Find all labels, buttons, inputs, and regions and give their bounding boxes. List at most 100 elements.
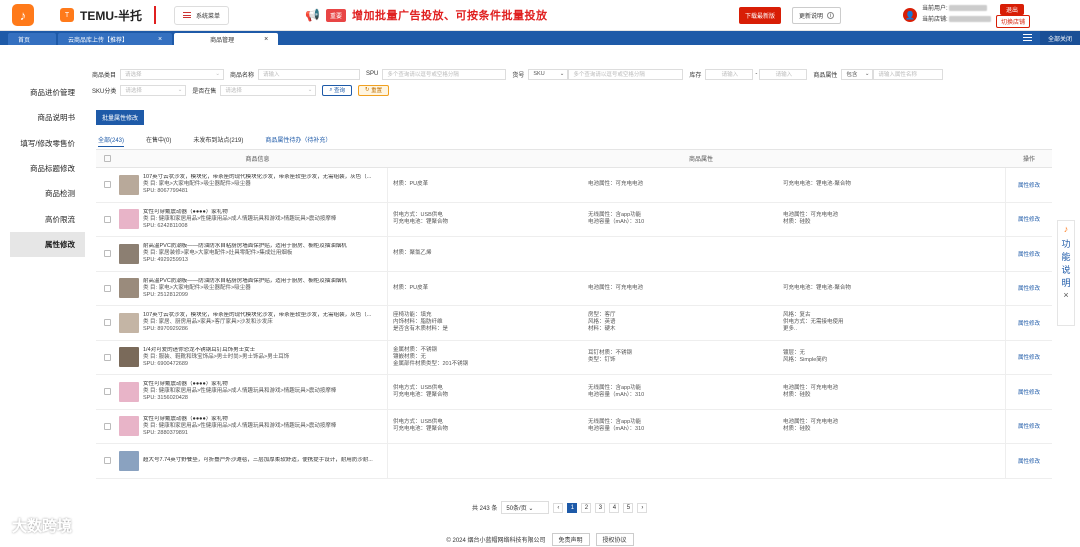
sidebar-item-retail-price[interactable]: 填写/修改零售价 (10, 131, 85, 156)
tab-attr-todo[interactable]: 商品属性待办（待补充） (265, 135, 331, 147)
category-select[interactable]: 请选择 ⌄ (120, 68, 225, 80)
attr-cell: 电池属性：可充电电池 (588, 284, 644, 291)
sidebar-item-product-check[interactable]: 商品检测 (10, 181, 85, 206)
page-2[interactable]: 2 (581, 502, 592, 513)
switch-store-button[interactable]: 切换店铺 (996, 15, 1031, 28)
attr-edit-link[interactable]: 属性修改 (1006, 181, 1052, 189)
row-checkbox[interactable] (104, 422, 111, 430)
attr-input[interactable]: 请输入属性名称 (873, 68, 944, 80)
attr-edit-link[interactable]: 属性修改 (1006, 284, 1052, 292)
product-text: 女性可穿戴震动器（●●●●）家礼物类 目: 健康和家居用品>性健康用品>成人情趣… (143, 381, 336, 402)
download-button[interactable]: 下载最新版 (739, 7, 782, 24)
next-page-button[interactable]: › (637, 502, 648, 513)
sku-type-select[interactable]: SKU ⌄ (528, 68, 569, 80)
product-thumbnail[interactable] (119, 174, 139, 195)
attr-label: 商品属性 (813, 72, 838, 79)
row-checkbox[interactable] (104, 250, 111, 258)
tab-unpublished[interactable]: 未发布到站点(219) (193, 135, 243, 147)
close-icon[interactable]: × (158, 36, 162, 43)
product-spu: SPU: 2512812099 (143, 291, 188, 298)
list-menu-icon[interactable] (1023, 34, 1032, 41)
row-checkbox[interactable] (104, 353, 111, 361)
ad-banner[interactable]: 📢 重要 增加批量广告投放、可按条件批量投放 (305, 7, 547, 23)
disclaimer-button[interactable]: 免责声明 (551, 533, 590, 546)
spu-input[interactable]: 多个查询请以逗号或空格分隔 (382, 68, 507, 80)
product-thumbnail[interactable] (119, 209, 139, 230)
attr-mode-select[interactable]: 包含 ⌄ (841, 68, 874, 80)
tab-home[interactable]: 首页 (8, 33, 57, 45)
product-thumbnail[interactable] (119, 416, 139, 437)
product-thumbnail[interactable] (119, 381, 139, 402)
attr-cell: 金属材质：不锈钢 镶嵌材质：无 金属部件材质类型：201不锈钢 (393, 346, 469, 367)
attr-edit-link[interactable]: 属性修改 (1006, 457, 1052, 465)
sidebar-item-title-edit[interactable]: 商品标题修改 (10, 156, 85, 181)
row-checkbox[interactable] (104, 215, 111, 223)
sidebar-item-cost-price[interactable]: 商品进价管理 (10, 80, 85, 105)
attr-edit-link[interactable]: 属性修改 (1006, 319, 1052, 327)
onsale-select[interactable]: 请选择 ⌄ (220, 84, 317, 96)
page-3[interactable]: 3 (595, 502, 606, 513)
product-title: 耐高温PVC防潮板——防油防水自粘厨房墙面保护贴，适用于厨房、橱柜及抽油烟机 (143, 277, 347, 284)
license-button[interactable]: 授权协议 (595, 533, 634, 546)
category-placeholder: 请选择 (125, 72, 142, 78)
attr-edit-link[interactable]: 属性修改 (1006, 215, 1052, 223)
product-thumbnail[interactable] (119, 450, 139, 471)
tab-product-management[interactable]: 商品管理 × (174, 33, 279, 45)
attr-edit-link[interactable]: 属性修改 (1006, 388, 1052, 396)
product-spu: SPU: 3156020428 (143, 395, 188, 402)
name-label: 商品名称 (230, 72, 255, 79)
system-menu-button[interactable]: 系统菜单 (174, 5, 230, 25)
close-icon[interactable]: × (264, 36, 268, 43)
query-button[interactable]: ⌕ 查询 (322, 84, 352, 96)
row-checkbox[interactable] (104, 284, 111, 292)
product-info: 超大号7.74英寸野餐垫，可折叠户外沙滩毯，三层加厚柔软舒适，便携提手设计，耐用… (96, 444, 388, 478)
page-4[interactable]: 4 (609, 502, 620, 513)
attr-cell: 房型：客厅 风格：英语 材料：硬木 (588, 312, 616, 333)
sku-input[interactable]: 多个查询请以逗号或空格分隔 (568, 68, 684, 80)
row-checkbox[interactable] (104, 457, 111, 465)
stock-label: 库存 (689, 72, 702, 79)
row-checkbox[interactable] (104, 319, 111, 327)
close-all-button[interactable]: 全部关闭 (1040, 31, 1080, 45)
sku-category-placeholder: 请选择 (125, 88, 142, 94)
help-button[interactable]: 功能说明 (1062, 238, 1071, 290)
attr-edit-link[interactable]: 属性修改 (1006, 250, 1052, 258)
row-checkbox[interactable] (104, 388, 111, 396)
reset-button[interactable]: ↻ 重置 (357, 84, 390, 96)
row-checkbox[interactable] (104, 181, 111, 189)
page-1[interactable]: 1 (567, 502, 578, 513)
reset-label: 重置 (371, 88, 383, 94)
ad-tag: 重要 (325, 8, 346, 22)
attr-edit-link[interactable]: 属性修改 (1006, 353, 1052, 361)
attr-cell: 无线属性：含app功能 电池容量（mAh）：310 (588, 419, 645, 433)
product-info: 耐高温PVC防潮板——防油防水自粘厨房墙面保护贴，适用于厨房、橱柜及抽油烟机类 … (96, 271, 388, 305)
tab-all[interactable]: 全部(243) (98, 135, 125, 147)
prev-page-button[interactable]: ‹ (553, 502, 564, 513)
close-icon[interactable]: × (1063, 290, 1068, 300)
update-notes-button[interactable]: 更新说明 i (792, 7, 842, 24)
logout-button[interactable]: 退出 (1000, 4, 1025, 15)
tab-cloud-upload[interactable]: 云商品库上传【推荐】 × (58, 33, 173, 45)
product-thumbnail[interactable] (119, 347, 139, 368)
table-header: 商品信息 商品属性 操作 (96, 150, 1052, 168)
stock-max-input[interactable]: 请输入 (759, 68, 808, 80)
select-all-checkbox[interactable] (104, 155, 111, 162)
page-size-select[interactable]: 50条/页 ⌄ (501, 501, 550, 514)
page-5[interactable]: 5 (623, 502, 634, 513)
sidebar-item-high-price[interactable]: 高价限流 (10, 206, 85, 231)
attr-edit-link[interactable]: 属性修改 (1006, 422, 1052, 430)
product-thumbnail[interactable] (119, 312, 139, 333)
product-table: 商品信息 商品属性 操作 107英寸云状沙发，模块化，带茶座的现代模块化沙发，带… (96, 149, 1052, 479)
sidebar-item-attr-edit[interactable]: 属性修改 (10, 231, 85, 258)
name-input[interactable]: 请输入 (258, 68, 361, 80)
app-logo-icon: ♪ (1063, 224, 1069, 234)
product-thumbnail[interactable] (119, 278, 139, 299)
status-tabs: 全部(243) 在售中(0) 未发布到站点(219) 商品属性待办（待补充） (98, 135, 331, 147)
batch-attr-edit-button[interactable]: 批量属性修改 (96, 110, 145, 125)
product-thumbnail[interactable] (119, 243, 139, 264)
product-category: 类 目: 家居装修>家电>大家电配件>灶具零配件>集成灶用烟板 (143, 250, 293, 257)
stock-min-input[interactable]: 请输入 (705, 68, 754, 80)
tab-on-sale[interactable]: 在售中(0) (146, 135, 171, 147)
sku-category-select[interactable]: 请选择 ⌄ (120, 84, 187, 96)
sidebar-item-manual[interactable]: 商品说明书 (10, 105, 85, 130)
